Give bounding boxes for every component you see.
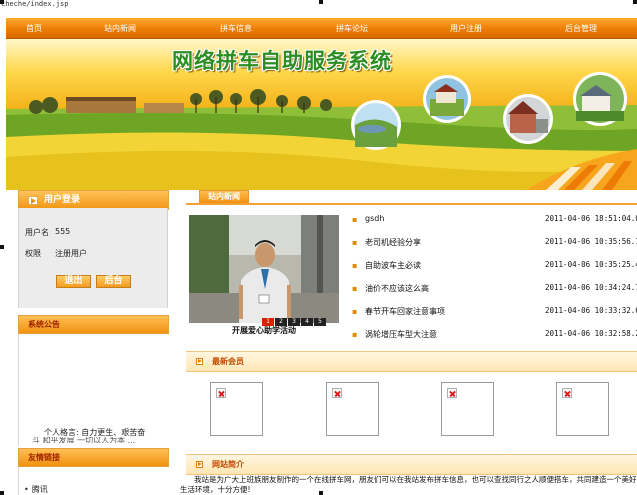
bullet-icon: ▪ xyxy=(352,307,358,316)
arrow-icon xyxy=(28,196,38,205)
news-item[interactable]: ▪ 老司机经验分享 2011-04-06 10:35:56.17 xyxy=(352,237,637,249)
member-avatar[interactable] xyxy=(556,382,609,436)
news-date: 2011-04-06 10:33:32.683 xyxy=(545,306,637,315)
selection-handle xyxy=(319,0,323,4)
intro-section-title: 网站简介 xyxy=(212,460,244,469)
photo-caption[interactable]: 开展爱心助学活动 xyxy=(189,325,339,336)
nav-home[interactable]: 首页 xyxy=(26,18,42,39)
bullet-icon: ▪ xyxy=(352,284,358,293)
motto-text-overflow: 斗 和平发展 一切以人为本 ... xyxy=(32,437,136,443)
member-avatar[interactable] xyxy=(210,382,263,436)
selection-handle xyxy=(0,491,4,495)
broken-image-icon xyxy=(332,388,342,398)
member-avatar[interactable] xyxy=(326,382,379,436)
nav-register[interactable]: 用户注册 xyxy=(450,18,482,39)
news-title[interactable]: 老司机经验分享 xyxy=(365,237,421,248)
news-item[interactable]: ▪ gsdh 2011-04-06 18:51:04.0 xyxy=(352,214,637,226)
nav-admin[interactable]: 后台管理 xyxy=(565,18,597,39)
bullet-icon: ▪ xyxy=(352,238,358,247)
links-panel-title: 友情链接 xyxy=(28,453,60,462)
top-navigation: 首页 站内新闻 拼车信息 拼车论坛 用户注册 后台管理 xyxy=(6,18,637,39)
broken-image-icon xyxy=(216,388,226,398)
login-panel-header: 用户登录 xyxy=(18,190,169,210)
selection-handle xyxy=(0,245,4,249)
news-item[interactable]: ▪ 自助波车主必读 2011-04-06 10:35:25.403 xyxy=(352,260,637,272)
news-divider xyxy=(186,203,637,205)
selection-handle xyxy=(633,0,637,4)
notice-panel-header: 系统公告 xyxy=(18,315,169,334)
bullet-icon: ▪ xyxy=(352,330,358,339)
members-section-header: 最新会员 xyxy=(186,351,637,372)
bullet-icon: ▪ xyxy=(352,215,358,224)
arrow-icon xyxy=(196,461,203,468)
news-title[interactable]: 油价不应该这么高 xyxy=(365,283,429,294)
nav-news[interactable]: 站内新闻 xyxy=(104,18,136,39)
broken-image-icon xyxy=(562,388,572,398)
role-label: 权限 xyxy=(25,249,41,258)
news-item[interactable]: ▪ 油价不应该这么高 2011-04-06 10:34:24.78 xyxy=(352,283,637,295)
broken-image-icon xyxy=(447,388,457,398)
arrow-icon xyxy=(196,358,203,365)
username-label: 用户名 xyxy=(25,228,49,237)
banner-title: 网络拼车自助服务系统 xyxy=(172,48,392,73)
intro-section-header: 网站简介 xyxy=(186,454,637,475)
panel-border xyxy=(18,467,19,495)
links-panel-header: 友情链接 xyxy=(18,448,169,467)
url-fragment: cheche/index.jsp xyxy=(1,0,69,8)
tab-news[interactable]: 站内新闻 xyxy=(199,190,249,204)
link-item[interactable]: 腾讯 xyxy=(24,484,48,495)
admin-button[interactable]: 后台 xyxy=(96,275,131,288)
news-title[interactable]: 涡轮增压车型大注意 xyxy=(365,329,437,340)
news-title[interactable]: 自助波车主必读 xyxy=(365,260,421,271)
news-item[interactable]: ▪ 春节开车回家注意事项 2011-04-06 10:33:32.683 xyxy=(352,306,637,318)
news-date: 2011-04-06 10:32:58.217 xyxy=(545,329,637,338)
news-item[interactable]: ▪ 涡轮增压车型大注意 2011-04-06 10:32:58.217 xyxy=(352,329,637,341)
intro-text: 我站是为广大上班族朋友制作的一个在线拼车网，朋友们可以在我站发布拼车信息，也可以… xyxy=(180,475,637,494)
news-date: 2011-04-06 10:35:56.17 xyxy=(545,237,637,246)
news-date: 2011-04-06 10:34:24.78 xyxy=(545,283,637,292)
nav-carpool-info[interactable]: 拼车信息 xyxy=(220,18,252,39)
logout-button[interactable]: 退出 xyxy=(56,275,91,288)
selection-handle xyxy=(0,0,4,4)
notice-panel-title: 系统公告 xyxy=(28,320,60,329)
member-avatar[interactable] xyxy=(441,382,494,436)
panel-border xyxy=(18,334,19,446)
news-title[interactable]: 春节开车回家注意事项 xyxy=(365,306,445,317)
slide-indicator: 12345 xyxy=(262,316,327,326)
username-value: 555 xyxy=(55,227,71,236)
members-section-title: 最新会员 xyxy=(212,357,244,366)
news-date: 2011-04-06 10:35:25.403 xyxy=(545,260,637,269)
news-date: 2011-04-06 18:51:04.0 xyxy=(545,214,637,223)
photo-image xyxy=(189,215,339,323)
news-title[interactable]: gsdh xyxy=(365,214,384,223)
news-photo[interactable] xyxy=(189,215,339,323)
site-banner: 网络拼车自助服务系统 xyxy=(6,39,637,190)
nav-forum[interactable]: 拼车论坛 xyxy=(336,18,368,39)
role-value: 注册用户 xyxy=(55,249,87,258)
bullet-icon: ▪ xyxy=(352,261,358,270)
